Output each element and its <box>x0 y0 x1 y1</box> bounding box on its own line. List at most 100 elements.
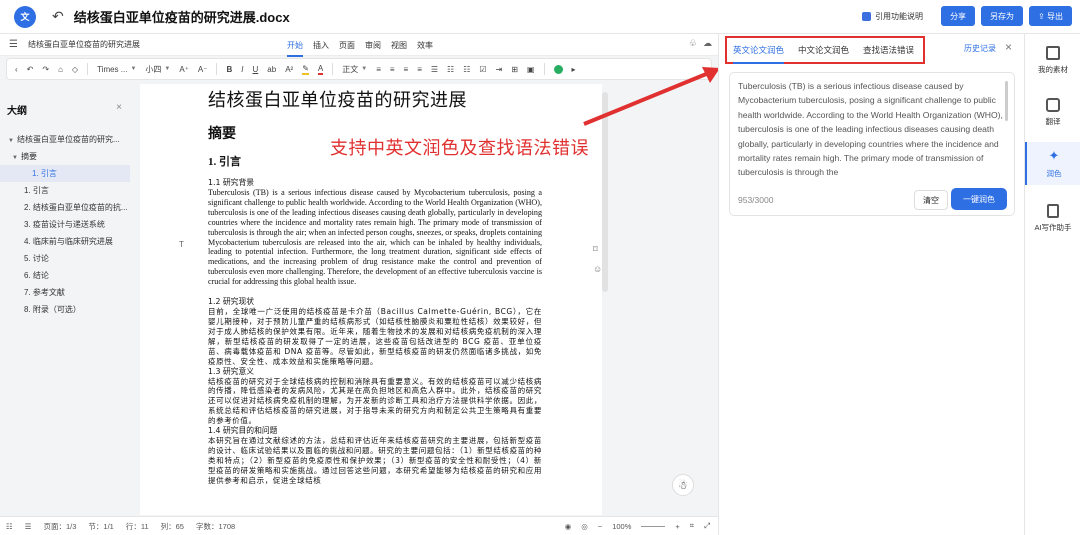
align-left-icon[interactable]: ≡ <box>376 65 381 74</box>
outline-item[interactable]: 4. 临床前与临床研究进展 <box>0 233 130 250</box>
layout-icon[interactable]: ☷ <box>6 522 13 531</box>
font-family-select[interactable]: Times ... ▼ <box>97 65 136 74</box>
scrollbar[interactable] <box>1005 81 1008 121</box>
outline-item[interactable]: ▼ 摘要 <box>0 148 130 165</box>
tab-grammar-check[interactable]: 查找语法错误 <box>863 44 914 56</box>
document-title: 结核蛋白亚单位疫苗的研究进展.docx <box>73 10 290 25</box>
font-color-icon[interactable]: A <box>317 64 324 75</box>
strikethrough-icon[interactable]: ab <box>267 65 276 74</box>
fit-icon[interactable]: ⌗ <box>690 521 694 531</box>
paragraph-style-select[interactable]: 正文 ▼ <box>342 64 367 75</box>
export-button[interactable]: ⇪ 导出 <box>1029 6 1072 26</box>
tab-english-polish[interactable]: 英文论文润色 <box>733 44 785 64</box>
paragraph: 目前，全球唯一广泛使用的结核疫苗是卡介苗（Bacillus Calmette-G… <box>208 307 542 366</box>
underline-icon[interactable]: U <box>253 65 259 74</box>
outline-item[interactable]: 1. 引言 <box>0 165 130 182</box>
share-button[interactable]: 分享 <box>941 6 976 26</box>
image-icon[interactable]: ▣ <box>527 65 535 74</box>
outline-item[interactable]: 6. 结论 <box>0 267 130 284</box>
justify-icon[interactable]: ≡ <box>417 65 422 74</box>
outline-panel: 大纲 × ▼ 结核蛋白亚单位疫苗的研究... ▼ 摘要 1. 引言 1. 引言 2.… <box>0 92 130 516</box>
font-shrink-icon[interactable]: A⁻ <box>198 65 208 74</box>
zoom-out-icon[interactable]: − <box>598 522 602 531</box>
app-logo-icon[interactable]: 文 <box>14 5 36 28</box>
tab-page[interactable]: 页面 <box>339 40 355 51</box>
close-icon[interactable]: × <box>1005 40 1012 54</box>
zoom-controls: ◉ ◎ − 100% + ⌗ ⤢ <box>565 521 710 531</box>
format-painter-icon[interactable]: ⌂ <box>58 65 63 74</box>
ai-plugin-icon[interactable] <box>553 64 563 74</box>
tab-start[interactable]: 开始 <box>287 40 303 57</box>
bold-icon[interactable]: B <box>226 65 232 74</box>
numbered-list-icon[interactable]: ☷ <box>463 65 470 74</box>
col-status: 列：65 <box>160 521 184 531</box>
bullet-list-icon[interactable]: ☷ <box>447 65 454 74</box>
save-as-button[interactable]: 另存为 <box>981 6 1024 26</box>
align-right-icon[interactable]: ≡ <box>404 65 409 74</box>
polish-button[interactable]: 一键润色 <box>951 188 1007 210</box>
tab-efficiency[interactable]: 效率 <box>417 40 433 51</box>
assistant-icon[interactable]: ♧ <box>689 38 697 49</box>
clear-format-icon[interactable]: ◇ <box>72 65 78 74</box>
outline-item[interactable]: 3. 疫苗设计与递送系统 <box>0 216 130 233</box>
text-cursor-icon: T <box>179 240 184 249</box>
collapse-triangle-icon[interactable]: ▼ <box>8 138 14 144</box>
collapse-triangle-icon[interactable]: ▼ <box>12 155 18 161</box>
highlight-icon[interactable]: ✎ <box>302 64 309 75</box>
fullscreen-icon[interactable]: ⤢ <box>704 521 710 531</box>
cloud-sync-icon[interactable]: ☁ <box>703 38 712 49</box>
polish-input-text[interactable]: Tuberculosis (TB) is a serious infectiou… <box>738 79 1004 179</box>
close-icon[interactable]: × <box>116 102 122 117</box>
italic-icon[interactable]: I <box>241 65 243 74</box>
checkbox-icon[interactable]: ☑ <box>479 65 486 74</box>
zoom-in-icon[interactable]: + <box>675 522 679 531</box>
line-spacing-icon[interactable]: ☰ <box>431 65 438 74</box>
tab-chinese-polish[interactable]: 中文论文润色 <box>798 44 849 56</box>
top-bar: 文 ↶ 结核蛋白亚单位疫苗的研究进展.docx 引用功能说明 分享 另存为 ⇪ … <box>0 0 1080 34</box>
tab-view[interactable]: 视图 <box>391 40 407 51</box>
menubar-doc-title: 结核蛋白亚单位疫苗的研究进展 <box>27 40 140 49</box>
my-materials-button[interactable]: 我的素材 <box>1025 46 1080 75</box>
outline-item[interactable]: 7. 参考文献 <box>0 284 130 301</box>
align-center-icon[interactable]: ≡ <box>390 65 395 74</box>
cite-help-link[interactable]: 引用功能说明 <box>862 11 923 22</box>
outline-item[interactable]: ▼ 结核蛋白亚单位疫苗的研究... <box>0 131 130 148</box>
font-grow-icon[interactable]: A⁺ <box>179 65 189 74</box>
outline-item[interactable]: 1. 引言 <box>0 182 130 199</box>
emoji-icon[interactable]: ☺ <box>593 264 602 274</box>
status-bar: ☷ ☰ 页面：1/3 节：1/1 行：11 列：65 字数：1708 ◉ ◎ −… <box>0 516 718 535</box>
history-link[interactable]: 历史记录 <box>964 43 996 54</box>
materials-icon <box>1046 46 1060 60</box>
tab-insert[interactable]: 插入 <box>313 40 329 51</box>
outline-toggle-icon[interactable]: ☰ <box>25 522 32 531</box>
back-arrow-icon[interactable]: ↶ <box>52 8 64 25</box>
ribbon-tabs: 开始 插入 页面 审阅 视图 效率 <box>287 34 433 57</box>
word-count: 字数：1708 <box>195 521 236 531</box>
eye-icon[interactable]: ◎ <box>581 522 588 531</box>
ai-writing-button[interactable]: AI写作助手 <box>1025 204 1080 233</box>
polish-tool-button[interactable]: ✦ 润色 <box>1025 142 1080 185</box>
comment-icon[interactable]: ⌑ <box>593 244 602 255</box>
collapse-icon[interactable]: ‹ <box>15 65 18 74</box>
polish-input-box[interactable]: Tuberculosis (TB) is a serious infectiou… <box>729 72 1015 216</box>
outline-item[interactable]: 5. 讨论 <box>0 250 130 267</box>
globe-icon[interactable]: ◉ <box>565 522 572 531</box>
superscript-icon[interactable]: A² <box>285 65 293 74</box>
clear-button[interactable]: 清空 <box>914 190 948 210</box>
redo-icon[interactable]: ↷ <box>42 65 49 74</box>
outline-item[interactable]: 2. 结核蛋白亚单位疫苗的抗... <box>0 199 130 216</box>
table-icon[interactable]: ⊞ <box>511 65 518 74</box>
indent-icon[interactable]: ⇥ <box>496 65 503 74</box>
assistant-robot-icon[interactable]: ☃ <box>672 474 694 496</box>
translate-button[interactable]: 翻译 <box>1025 98 1080 127</box>
undo-icon[interactable]: ↶ <box>27 65 34 74</box>
menu-icon[interactable]: ☰ <box>9 39 18 50</box>
outline-header: 大纲 × <box>0 92 130 117</box>
outline-item[interactable]: 8. 附录（可选） <box>0 301 130 318</box>
divider <box>216 63 218 75</box>
paragraph: 结核疫苗的研究对于全球结核病的控制和消除具有重要意义。有效的结核疫苗可以减少结核… <box>208 376 542 426</box>
tab-review[interactable]: 审阅 <box>365 40 381 51</box>
font-size-select[interactable]: 小四 ▼ <box>145 64 170 75</box>
divider <box>543 63 545 75</box>
zoom-slider[interactable] <box>641 525 666 527</box>
